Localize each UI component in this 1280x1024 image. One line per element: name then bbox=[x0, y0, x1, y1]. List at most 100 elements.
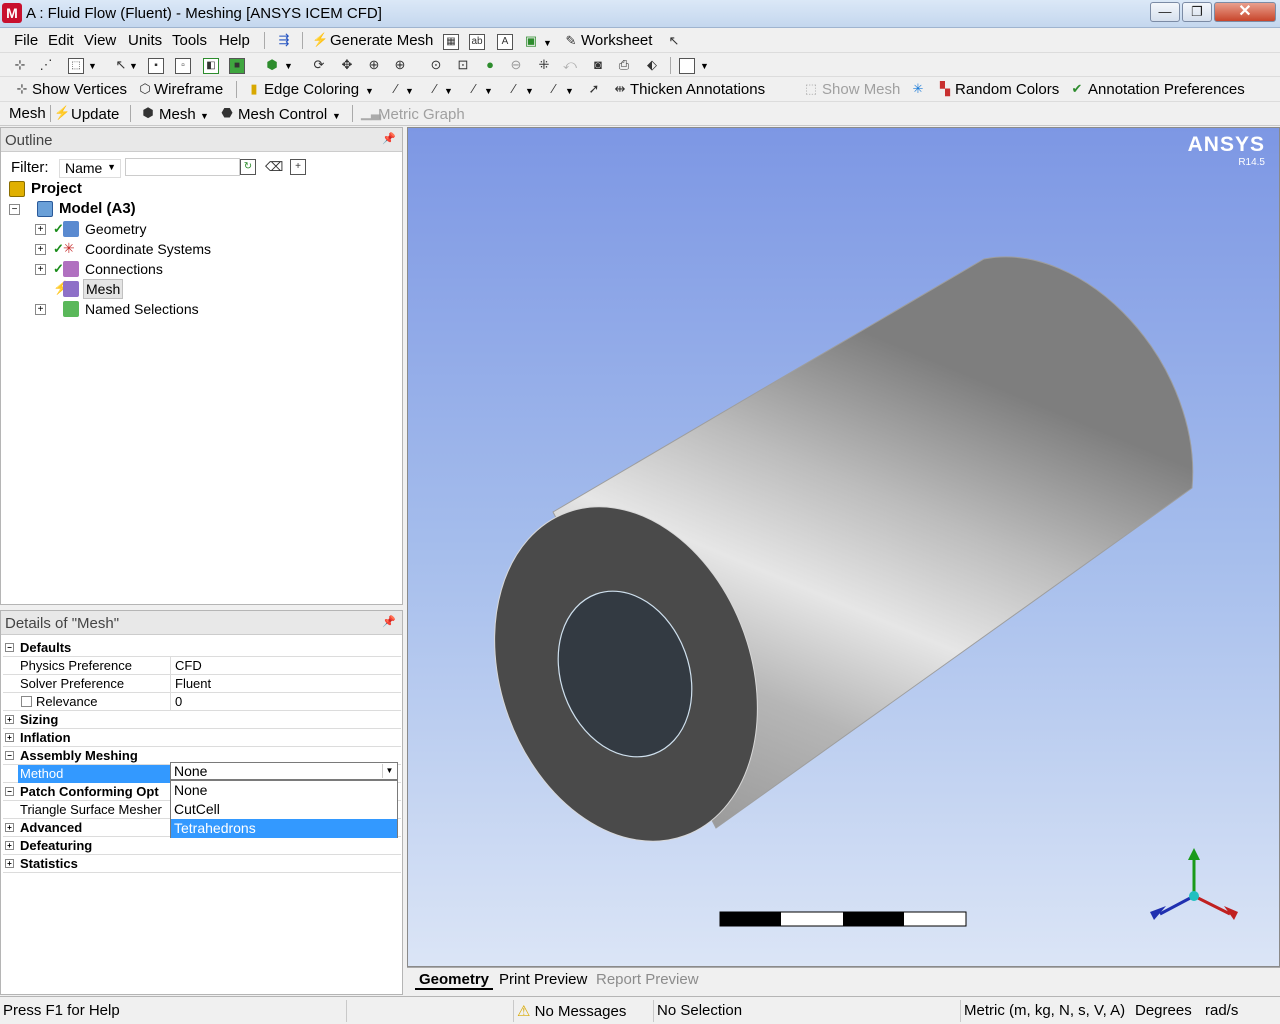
refresh-filter-icon[interactable]: ↻ bbox=[240, 159, 256, 175]
detail-value[interactable]: Fluent bbox=[171, 675, 400, 693]
group-defeaturing[interactable]: + Defeaturing bbox=[3, 837, 401, 855]
edge-style-icon[interactable]: ∕ bbox=[546, 81, 562, 97]
menu-units[interactable]: Units bbox=[128, 32, 162, 49]
filter-input[interactable] bbox=[125, 158, 240, 176]
thicken-annotations-button[interactable]: Thicken Annotations bbox=[630, 81, 765, 98]
select-edge-box-icon[interactable]: ▫ bbox=[175, 58, 191, 74]
zoom-fit-icon[interactable]: ⊡ bbox=[455, 57, 471, 73]
chevron-down-icon[interactable]: ▼ bbox=[700, 61, 709, 71]
magnifier-icon[interactable]: ⊖ bbox=[508, 57, 524, 73]
rotate-icon[interactable]: ⟳ bbox=[311, 57, 327, 73]
status-angle-units[interactable]: Degrees bbox=[1132, 1000, 1201, 1022]
chevron-down-icon[interactable]: ▼ bbox=[88, 61, 97, 71]
tab-print-preview[interactable]: Print Preview bbox=[495, 971, 591, 988]
filter-type-select[interactable]: Name ▼ bbox=[59, 159, 121, 178]
expand-icon[interactable]: + bbox=[5, 733, 14, 742]
method-option-tetrahedrons[interactable]: Tetrahedrons bbox=[171, 819, 397, 838]
update-button[interactable]: Update bbox=[71, 106, 119, 123]
expand-icon[interactable]: + bbox=[5, 859, 14, 868]
detail-value[interactable]: CFD bbox=[171, 657, 400, 675]
expand-icon[interactable]: + bbox=[35, 224, 46, 235]
edge-coloring-button[interactable]: Edge Coloring bbox=[264, 81, 359, 98]
expand-icon[interactable]: + bbox=[35, 304, 46, 315]
group-inflation[interactable]: + Inflation bbox=[3, 729, 401, 747]
expand-icon[interactable]: + bbox=[35, 244, 46, 255]
select-face-box-icon[interactable]: ◧ bbox=[203, 58, 219, 74]
tag-icon[interactable]: ⬖ bbox=[644, 57, 660, 73]
chevron-down-icon[interactable]: ▼ bbox=[405, 86, 414, 96]
status-messages[interactable]: ⚠ No Messages bbox=[513, 1000, 652, 1022]
annotation-preferences-button[interactable]: Annotation Preferences bbox=[1088, 81, 1245, 98]
worksheet-button[interactable]: Worksheet bbox=[581, 32, 652, 49]
close-button[interactable]: ✕ bbox=[1214, 2, 1276, 22]
expand-icon[interactable]: + bbox=[5, 823, 14, 832]
generate-mesh-button[interactable]: Generate Mesh bbox=[330, 32, 433, 49]
status-units[interactable]: Metric (m, kg, N, s, V, A) bbox=[960, 1000, 1131, 1022]
detail-value[interactable]: 0 bbox=[171, 693, 400, 711]
pan-icon[interactable]: ✥ bbox=[339, 57, 355, 73]
pin-icon[interactable]: 📌 bbox=[382, 132, 396, 145]
show-vertices-button[interactable]: Show Vertices bbox=[32, 81, 127, 98]
menu-help[interactable]: Help bbox=[219, 32, 250, 49]
expand-icon[interactable]: + bbox=[5, 715, 14, 724]
zoom-in-icon[interactable]: ⊕ bbox=[392, 57, 408, 73]
pin-icon[interactable]: 📌 bbox=[382, 615, 396, 628]
image-capture-icon[interactable]: ▣ bbox=[523, 33, 539, 49]
print-icon[interactable]: ⎙ bbox=[616, 57, 632, 73]
text-annotation-icon[interactable]: A bbox=[497, 34, 513, 50]
select-vertex-icon[interactable]: ⋰ bbox=[38, 57, 54, 73]
graphics-viewport[interactable]: ANSYS R14.5 bbox=[407, 127, 1280, 967]
extend-selection-icon[interactable]: ⬢ bbox=[264, 57, 280, 73]
chevron-down-icon[interactable]: ▼ bbox=[565, 86, 574, 96]
tab-geometry[interactable]: Geometry bbox=[415, 971, 494, 990]
method-select[interactable]: None ▼ bbox=[170, 762, 398, 780]
group-defaults[interactable]: − Defaults bbox=[3, 639, 401, 657]
expand-icon[interactable]: + bbox=[5, 841, 14, 850]
collapse-icon[interactable]: − bbox=[5, 751, 14, 760]
chevron-down-icon[interactable]: ▼ bbox=[543, 38, 552, 48]
chevron-down-icon[interactable]: ▼ bbox=[107, 162, 116, 172]
label-abc-icon[interactable]: ab bbox=[469, 34, 485, 50]
chevron-down-icon[interactable]: ▼ bbox=[332, 111, 341, 121]
method-option-cutcell[interactable]: CutCell bbox=[171, 800, 397, 819]
select-cursor-icon[interactable]: ↖ bbox=[113, 57, 129, 73]
menu-edit[interactable]: Edit bbox=[48, 32, 74, 49]
mesh-menu-button[interactable]: Mesh bbox=[159, 106, 196, 123]
relevance-checkbox[interactable] bbox=[21, 696, 32, 707]
metric-graph-button[interactable]: Metric Graph bbox=[378, 106, 465, 123]
group-statistics[interactable]: + Statistics bbox=[3, 855, 401, 873]
next-view-icon[interactable]: ◙ bbox=[590, 57, 606, 73]
zoom-box-icon[interactable]: ⊙ bbox=[428, 57, 444, 73]
chevron-down-icon[interactable]: ▼ bbox=[365, 86, 374, 96]
menu-view[interactable]: View bbox=[84, 32, 116, 49]
zoom-icon[interactable]: ⊕ bbox=[366, 57, 382, 73]
expand-tree-icon[interactable]: + bbox=[290, 159, 306, 175]
zoom-to-fit-icon[interactable]: ● bbox=[482, 57, 498, 73]
edge-style-icon[interactable]: ∕ bbox=[388, 81, 404, 97]
chevron-down-icon[interactable]: ▼ bbox=[200, 111, 209, 121]
chevron-down-icon[interactable]: ▼ bbox=[129, 61, 138, 71]
tab-report-preview[interactable]: Report Preview bbox=[592, 971, 703, 988]
edge-style-icon[interactable]: ∕ bbox=[466, 81, 482, 97]
mesh-control-button[interactable]: Mesh Control bbox=[238, 106, 327, 123]
triad-icon[interactable]: ✳ bbox=[910, 81, 926, 97]
tree-nodes-icon[interactable]: ⇶ bbox=[276, 32, 292, 48]
minimize-button[interactable]: — bbox=[1150, 2, 1180, 22]
chevron-down-icon[interactable]: ▼ bbox=[525, 86, 534, 96]
group-sizing[interactable]: + Sizing bbox=[3, 711, 401, 729]
menu-file[interactable]: File bbox=[14, 32, 38, 49]
edge-style-icon[interactable]: ∕ bbox=[506, 81, 522, 97]
help-cursor-icon[interactable]: ↖ bbox=[666, 33, 682, 49]
select-body-box-icon[interactable]: ■ bbox=[229, 58, 245, 74]
chevron-down-icon[interactable]: ▼ bbox=[284, 61, 293, 71]
previous-view-icon[interactable]: ⤺ bbox=[562, 57, 578, 73]
expand-icon[interactable]: + bbox=[35, 264, 46, 275]
status-angular-velocity-units[interactable]: rad/s bbox=[1202, 1000, 1280, 1022]
wireframe-button[interactable]: Wireframe bbox=[154, 81, 223, 98]
preview-icon[interactable]: ▦ bbox=[443, 34, 459, 50]
edge-style-icon[interactable]: ∕ bbox=[427, 81, 443, 97]
detail-row-relevance[interactable]: Relevance 0 bbox=[3, 693, 401, 711]
chevron-down-icon[interactable]: ▼ bbox=[444, 86, 453, 96]
select-point-icon[interactable]: ⊹ bbox=[12, 57, 28, 73]
method-option-none[interactable]: None bbox=[171, 781, 397, 800]
